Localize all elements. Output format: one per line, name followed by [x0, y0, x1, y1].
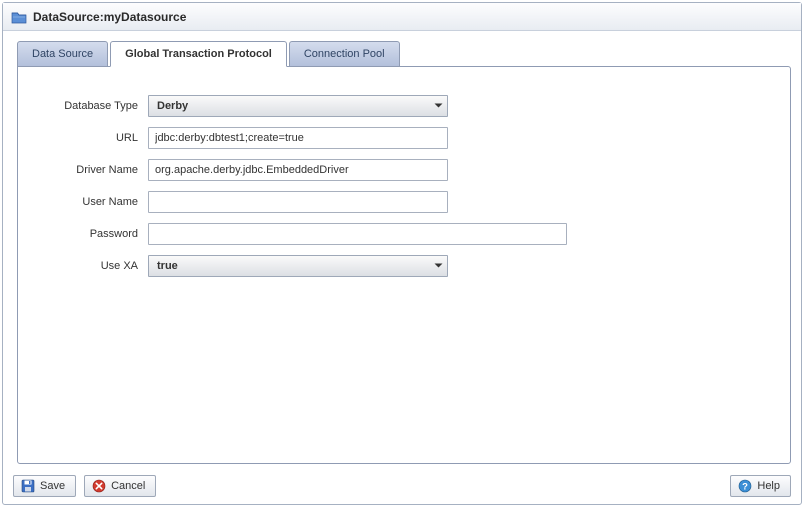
svg-text:?: ? [742, 482, 748, 493]
panel-title: DataSource:myDatasource [33, 10, 186, 24]
footer: Save Cancel ? Help [3, 474, 801, 504]
tab-content: Database Type Derby URL Driver Name User… [17, 66, 791, 464]
label-url: URL [38, 132, 148, 144]
label-database-type: Database Type [38, 100, 148, 112]
label-use-xa: Use XA [38, 260, 148, 272]
select-database-type-value: Derby [157, 100, 188, 112]
tab-global-transaction-protocol[interactable]: Global Transaction Protocol [110, 41, 287, 67]
help-icon: ? [737, 478, 753, 494]
chevron-down-icon [434, 103, 443, 109]
row-use-xa: Use XA true [38, 255, 770, 277]
cancel-icon [91, 478, 107, 494]
select-database-type[interactable]: Derby [148, 95, 448, 117]
input-user-name[interactable] [148, 191, 448, 213]
select-use-xa[interactable]: true [148, 255, 448, 277]
panel-header: DataSource:myDatasource [3, 3, 801, 31]
tabs-area: Data Source Global Transaction Protocol … [3, 31, 801, 66]
tab-data-source[interactable]: Data Source [17, 41, 108, 67]
chevron-down-icon [434, 263, 443, 269]
datasource-panel: DataSource:myDatasource Data Source Glob… [2, 2, 802, 505]
cancel-button-label: Cancel [111, 480, 145, 492]
input-url[interactable] [148, 127, 448, 149]
save-button-label: Save [40, 480, 65, 492]
label-user-name: User Name [38, 196, 148, 208]
cancel-button[interactable]: Cancel [84, 475, 156, 497]
save-button[interactable]: Save [13, 475, 76, 497]
input-password[interactable] [148, 223, 567, 245]
label-password: Password [38, 228, 148, 240]
select-use-xa-value: true [157, 260, 178, 272]
row-password: Password [38, 223, 770, 245]
help-button-label: Help [757, 480, 780, 492]
tab-list: Data Source Global Transaction Protocol … [17, 41, 791, 67]
row-user-name: User Name [38, 191, 770, 213]
save-icon [20, 478, 36, 494]
tab-connection-pool[interactable]: Connection Pool [289, 41, 400, 67]
input-driver-name[interactable] [148, 159, 448, 181]
folder-icon [11, 10, 27, 24]
row-url: URL [38, 127, 770, 149]
label-driver-name: Driver Name [38, 164, 148, 176]
row-driver-name: Driver Name [38, 159, 770, 181]
help-button[interactable]: ? Help [730, 475, 791, 497]
row-database-type: Database Type Derby [38, 95, 770, 117]
